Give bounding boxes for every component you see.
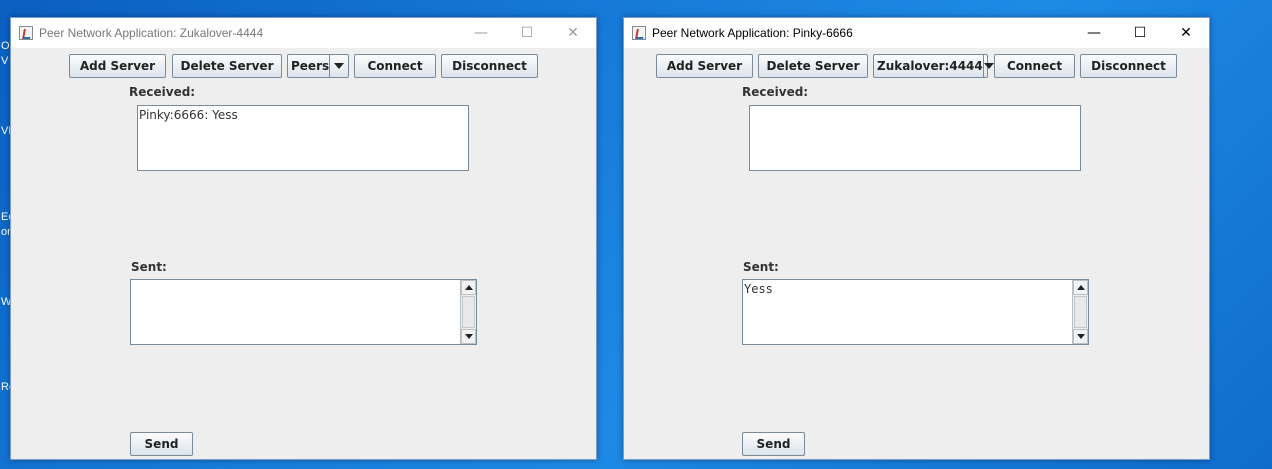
peer-window-pinky: Peer Network Application: Pinky-6666 — ☐…	[623, 17, 1210, 460]
title-bar[interactable]: Peer Network Application: Zukalover-4444…	[11, 18, 596, 48]
close-button[interactable]: ✕	[550, 18, 596, 48]
window-title: Peer Network Application: Pinky-6666	[652, 26, 853, 40]
peer-window-zukalover: Peer Network Application: Zukalover-4444…	[10, 17, 597, 460]
received-textarea[interactable]	[749, 105, 1081, 171]
received-label: Received:	[742, 85, 809, 99]
delete-server-button[interactable]: Delete Server	[172, 54, 282, 78]
peers-dropdown-value: Peers	[291, 59, 330, 73]
sent-textarea[interactable]: Yess	[742, 279, 1089, 345]
desktop-icon-label[interactable]: V	[1, 55, 8, 67]
scroll-thumb[interactable]	[1074, 296, 1087, 328]
scroll-down-button[interactable]	[1073, 329, 1088, 344]
send-button[interactable]: Send	[130, 432, 193, 456]
add-server-button[interactable]: Add Server	[656, 54, 753, 78]
chevron-down-icon[interactable]	[982, 55, 994, 77]
minimize-button[interactable]: —	[1071, 18, 1117, 48]
sent-label: Sent:	[131, 260, 167, 274]
scroll-down-button[interactable]	[461, 329, 476, 344]
maximize-button[interactable]: ☐	[504, 18, 550, 48]
chevron-down-icon[interactable]	[329, 55, 348, 77]
desktop-icon-label[interactable]: O	[1, 40, 10, 52]
received-textarea[interactable]: Pinky:6666: Yess	[137, 105, 469, 171]
maximize-button[interactable]: ☐	[1117, 18, 1163, 48]
delete-server-button[interactable]: Delete Server	[758, 54, 868, 78]
sent-textarea[interactable]	[130, 279, 477, 345]
title-bar[interactable]: Peer Network Application: Pinky-6666 — ☐…	[624, 18, 1209, 48]
connect-button[interactable]: Connect	[354, 54, 436, 78]
add-server-button[interactable]: Add Server	[69, 54, 166, 78]
sent-scrollbar[interactable]	[1072, 280, 1088, 344]
close-button[interactable]: ✕	[1163, 18, 1209, 48]
send-button[interactable]: Send	[742, 432, 805, 456]
java-app-icon	[632, 26, 646, 40]
sent-text: Yess	[744, 282, 773, 296]
window-title: Peer Network Application: Zukalover-4444	[39, 26, 264, 40]
java-app-icon	[19, 26, 33, 40]
sent-label: Sent:	[743, 260, 779, 274]
peers-dropdown[interactable]: Peers	[287, 54, 349, 78]
scroll-up-button[interactable]	[461, 280, 476, 295]
scroll-up-button[interactable]	[1073, 280, 1088, 295]
received-text: Pinky:6666: Yess	[139, 108, 238, 122]
sent-scrollbar[interactable]	[460, 280, 476, 344]
disconnect-button[interactable]: Disconnect	[441, 54, 538, 78]
peers-dropdown-value: Zukalover:4444	[877, 59, 983, 73]
received-label: Received:	[129, 85, 196, 99]
peers-dropdown[interactable]: Zukalover:4444	[873, 54, 994, 78]
scroll-thumb[interactable]	[462, 296, 475, 328]
minimize-button[interactable]: —	[458, 18, 504, 48]
disconnect-button[interactable]: Disconnect	[1080, 54, 1177, 78]
connect-button[interactable]: Connect	[994, 54, 1075, 78]
